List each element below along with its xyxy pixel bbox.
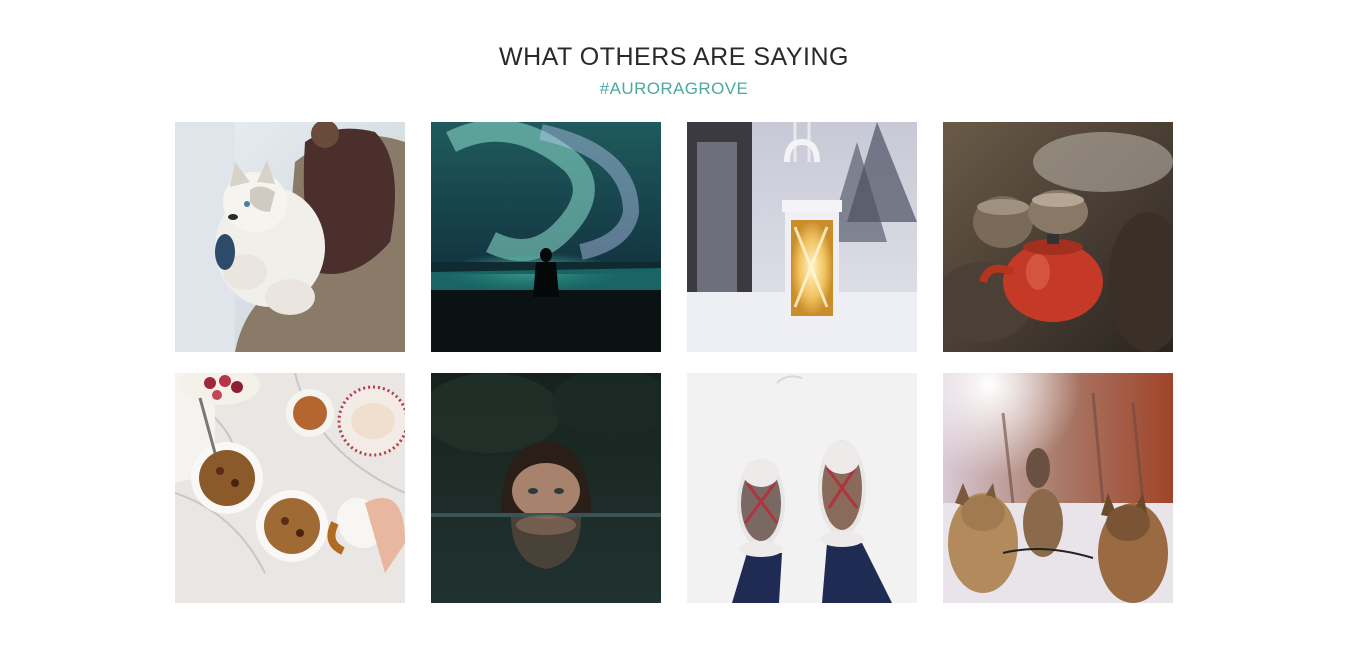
testimonials-section: WHAT OTHERS ARE SAYING #AURORAGROVE	[0, 0, 1348, 646]
gallery-photo-frosted-lantern[interactable]	[687, 122, 917, 352]
photo-icon	[175, 373, 405, 603]
gallery-photo-woman-in-water[interactable]	[431, 373, 661, 603]
gallery-photo-sled-dogs[interactable]	[943, 373, 1173, 603]
section-title: WHAT OTHERS ARE SAYING	[499, 43, 849, 71]
gallery-photo-northern-lights[interactable]	[431, 122, 661, 352]
photo-icon	[943, 373, 1173, 603]
photo-icon	[943, 122, 1173, 352]
gallery-photo-snowy-boots[interactable]	[687, 373, 917, 603]
photo-grid	[175, 122, 1175, 603]
hashtag-link[interactable]: #AURORAGROVE	[0, 78, 1348, 100]
gallery-photo-husky-puppy[interactable]	[175, 122, 405, 352]
photo-icon	[431, 373, 661, 603]
photo-icon	[431, 122, 661, 352]
photo-icon	[687, 122, 917, 352]
gallery-photo-oatmeal-bowls[interactable]	[175, 373, 405, 603]
photo-icon	[175, 122, 405, 352]
photo-icon	[687, 373, 917, 603]
gallery-photo-kettles-campfire[interactable]	[943, 122, 1173, 352]
